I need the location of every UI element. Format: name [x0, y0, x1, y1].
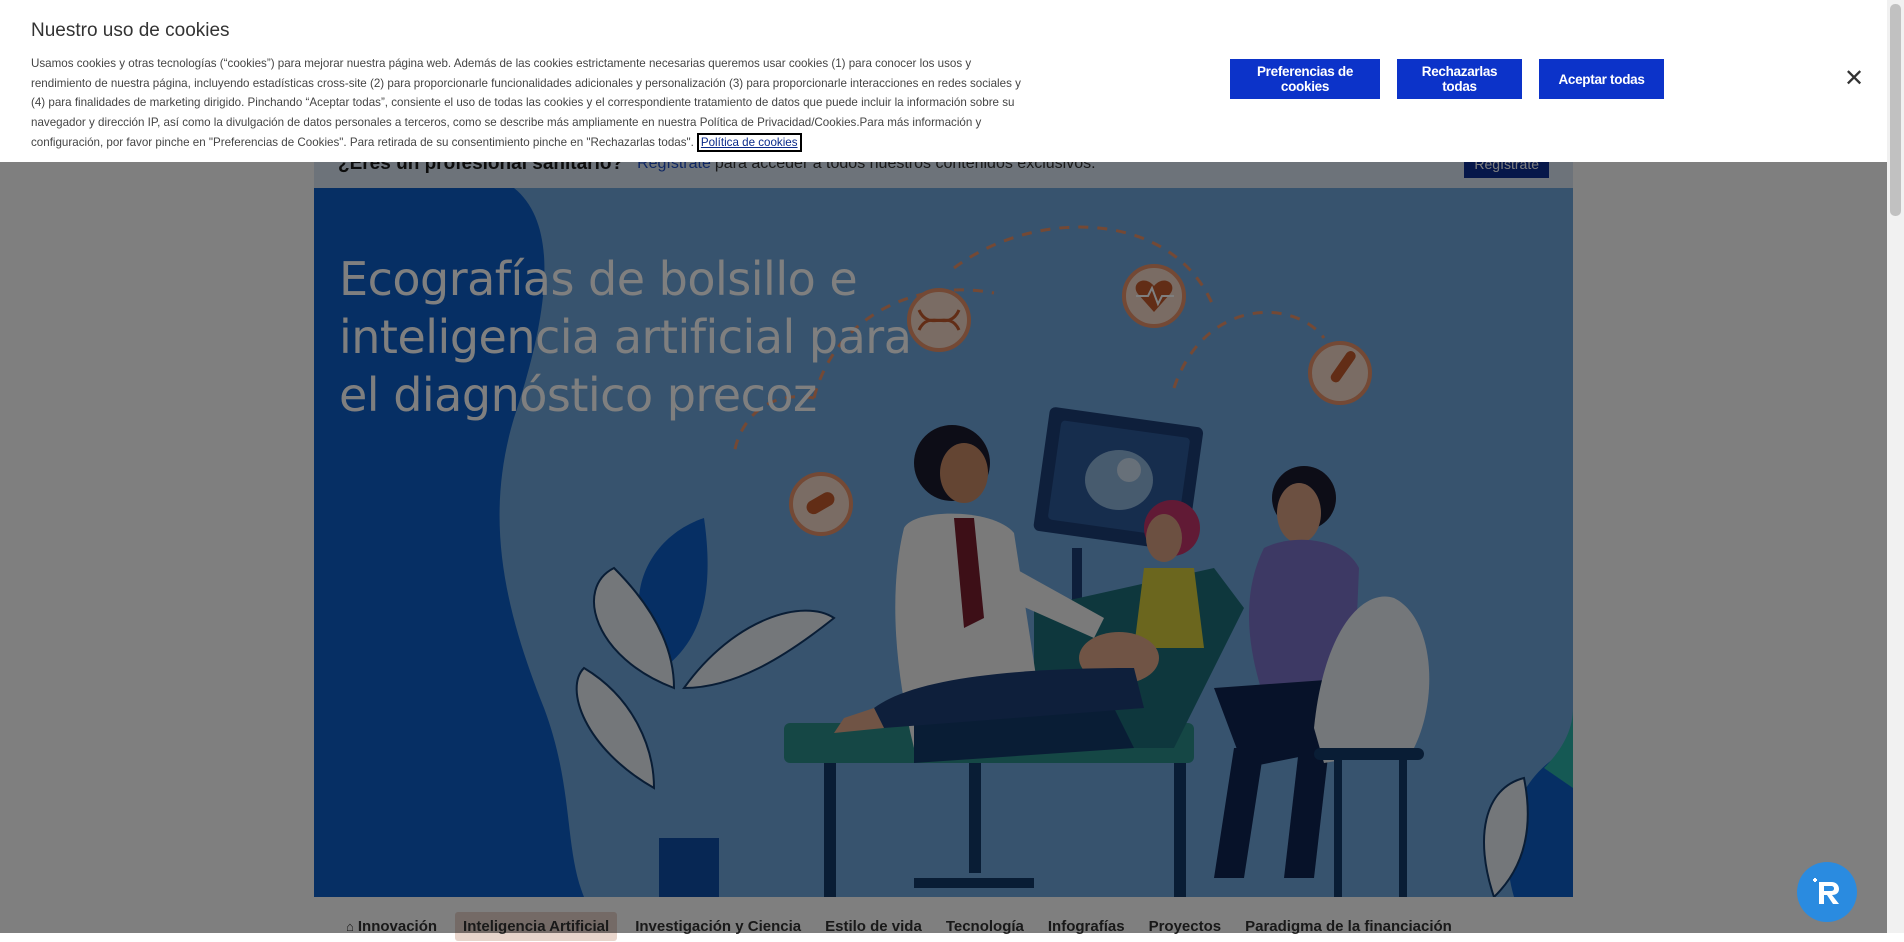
cookie-banner-body: Usamos cookies y otras tecnologías (“coo…	[31, 57, 1021, 149]
cookie-banner-title: Nuestro uso de cookies	[31, 20, 230, 41]
cookie-banner-text: Usamos cookies y otras tecnologías (“coo…	[31, 54, 1021, 153]
cookie-banner: Nuestro uso de cookies Usamos cookies y …	[0, 0, 1887, 162]
accept-all-cookies-button[interactable]: Aceptar todas	[1539, 59, 1664, 99]
page-scrollbar[interactable]	[1887, 0, 1904, 933]
scrollbar-thumb[interactable]	[1890, 4, 1901, 216]
cookie-preferences-button[interactable]: Preferencias de cookies	[1230, 59, 1380, 99]
chat-widget-button[interactable]	[1797, 862, 1857, 922]
cookie-policy-link[interactable]: Política de cookies	[696, 132, 802, 152]
chat-bot-icon	[1813, 878, 1839, 904]
close-icon[interactable]: ✕	[1842, 67, 1866, 91]
reject-all-cookies-button[interactable]: Rechazarlas todas	[1397, 59, 1522, 99]
